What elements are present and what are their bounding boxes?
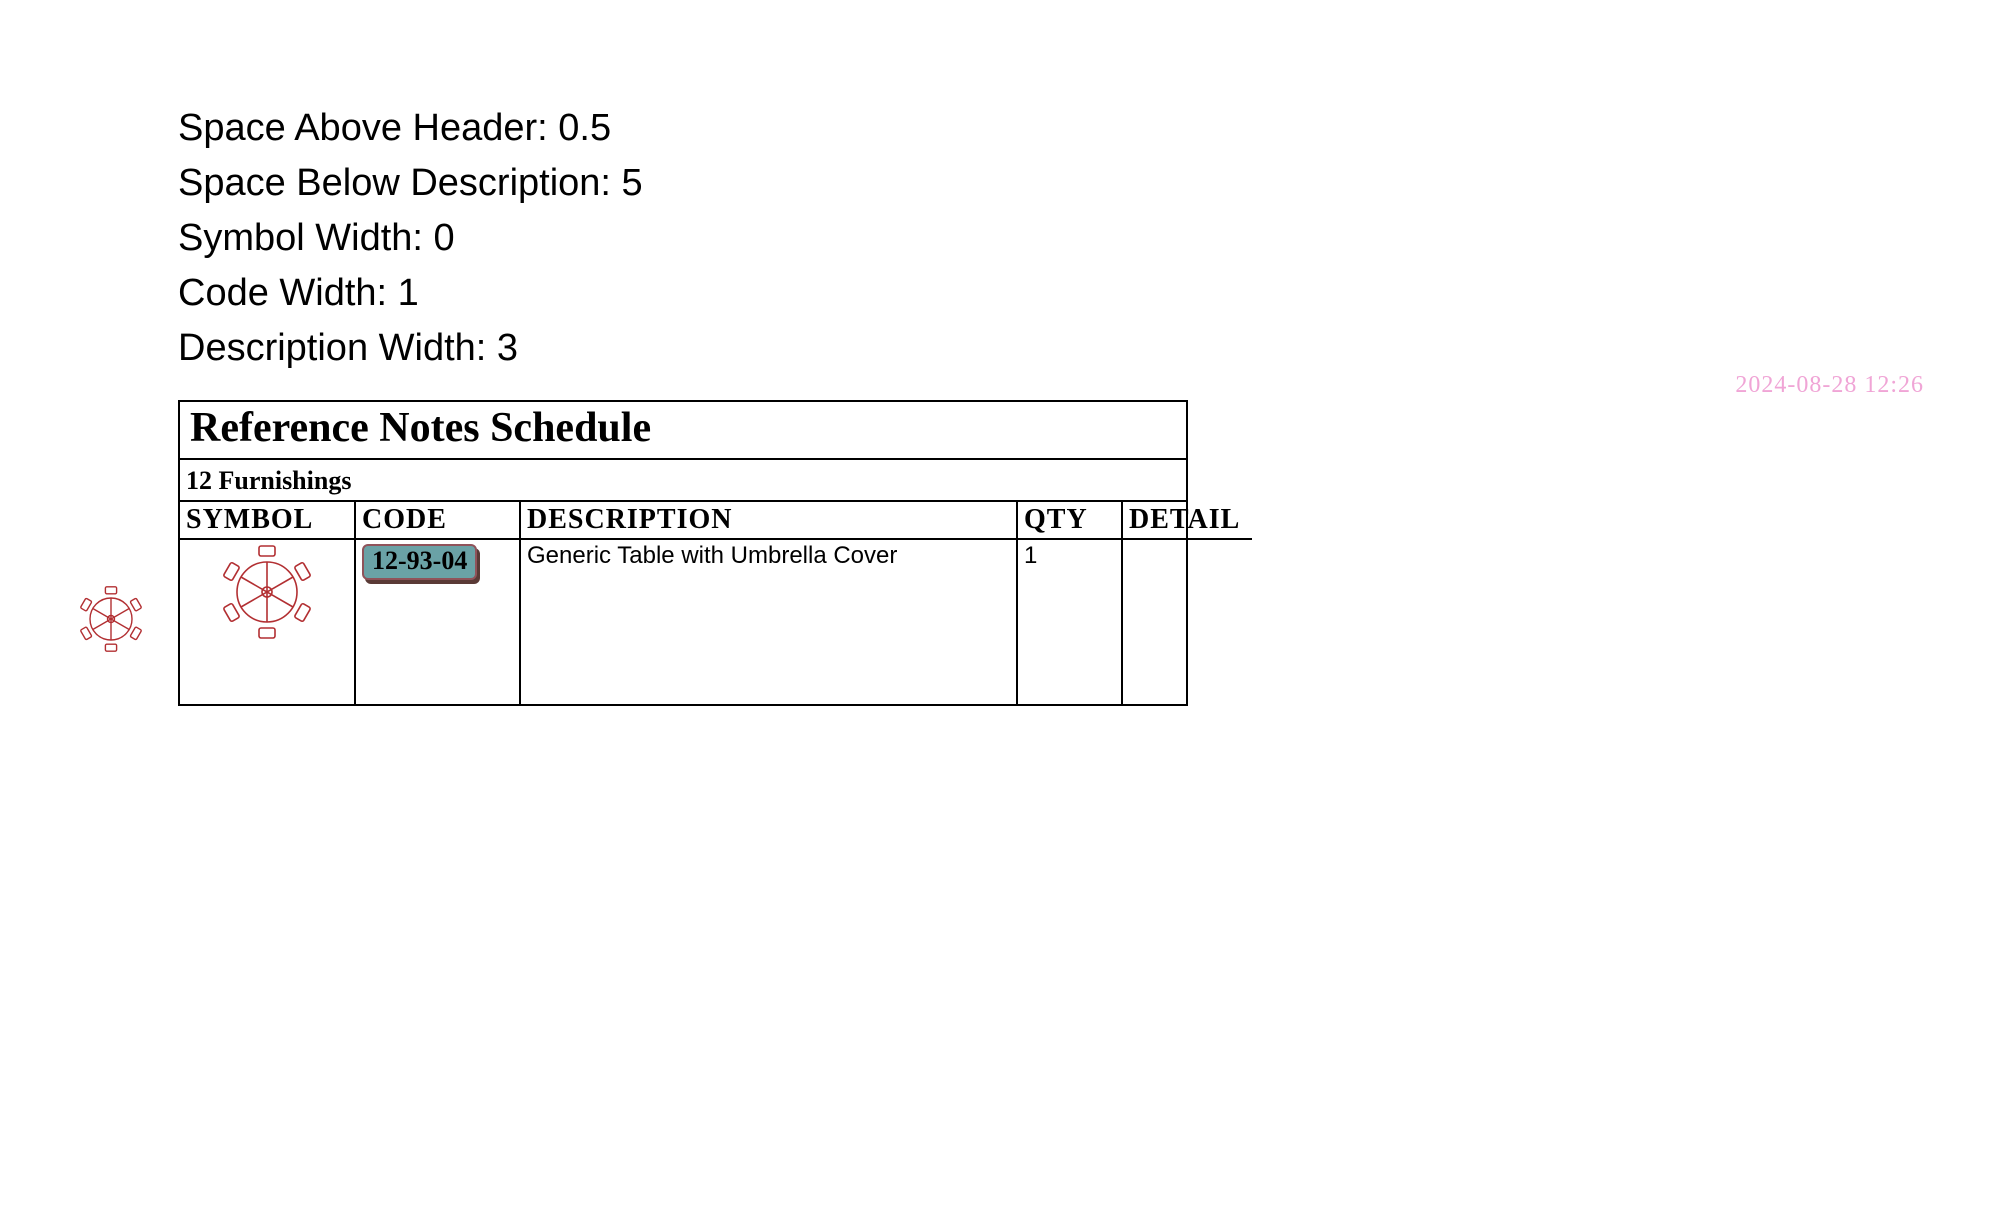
schedule-table: SYMBOL CODE DESCRIPTION QTY DETAIL (180, 502, 1252, 704)
schedule-title: Reference Notes Schedule (180, 402, 1186, 460)
prop-description-width: Description Width: 3 (178, 321, 643, 376)
cell-detail (1122, 539, 1252, 704)
schedule-container: Reference Notes Schedule 12 Furnishings … (178, 400, 1188, 706)
header-code: CODE (355, 502, 520, 539)
code-tag: 12-93-04 (362, 544, 477, 580)
schedule-section-header: 12 Furnishings (180, 460, 1186, 502)
properties-block: Space Above Header: 0.5 Space Below Desc… (178, 101, 643, 376)
header-symbol: SYMBOL (180, 502, 355, 539)
document-canvas: Space Above Header: 0.5 Space Below Desc… (0, 0, 2016, 1216)
cell-qty: 1 (1017, 539, 1122, 704)
prop-space-above-header: Space Above Header: 0.5 (178, 101, 643, 156)
schedule-header-row: SYMBOL CODE DESCRIPTION QTY DETAIL (180, 502, 1252, 539)
prop-space-below-description: Space Below Description: 5 (178, 156, 643, 211)
header-description: DESCRIPTION (520, 502, 1017, 539)
legend-symbol-icon-container (76, 584, 146, 659)
cell-description: Generic Table with Umbrella Cover (520, 539, 1017, 704)
header-qty: QTY (1017, 502, 1122, 539)
table-umbrella-icon (217, 542, 317, 642)
header-detail: DETAIL (1122, 502, 1252, 539)
cell-symbol (180, 539, 355, 704)
table-umbrella-icon (76, 584, 146, 654)
timestamp-label: 2024-08-28 12:26 (1735, 372, 1924, 399)
prop-symbol-width: Symbol Width: 0 (178, 211, 643, 266)
table-row: 12-93-04 Generic Table with Umbrella Cov… (180, 539, 1252, 704)
prop-code-width: Code Width: 1 (178, 266, 643, 321)
cell-code: 12-93-04 (355, 539, 520, 704)
